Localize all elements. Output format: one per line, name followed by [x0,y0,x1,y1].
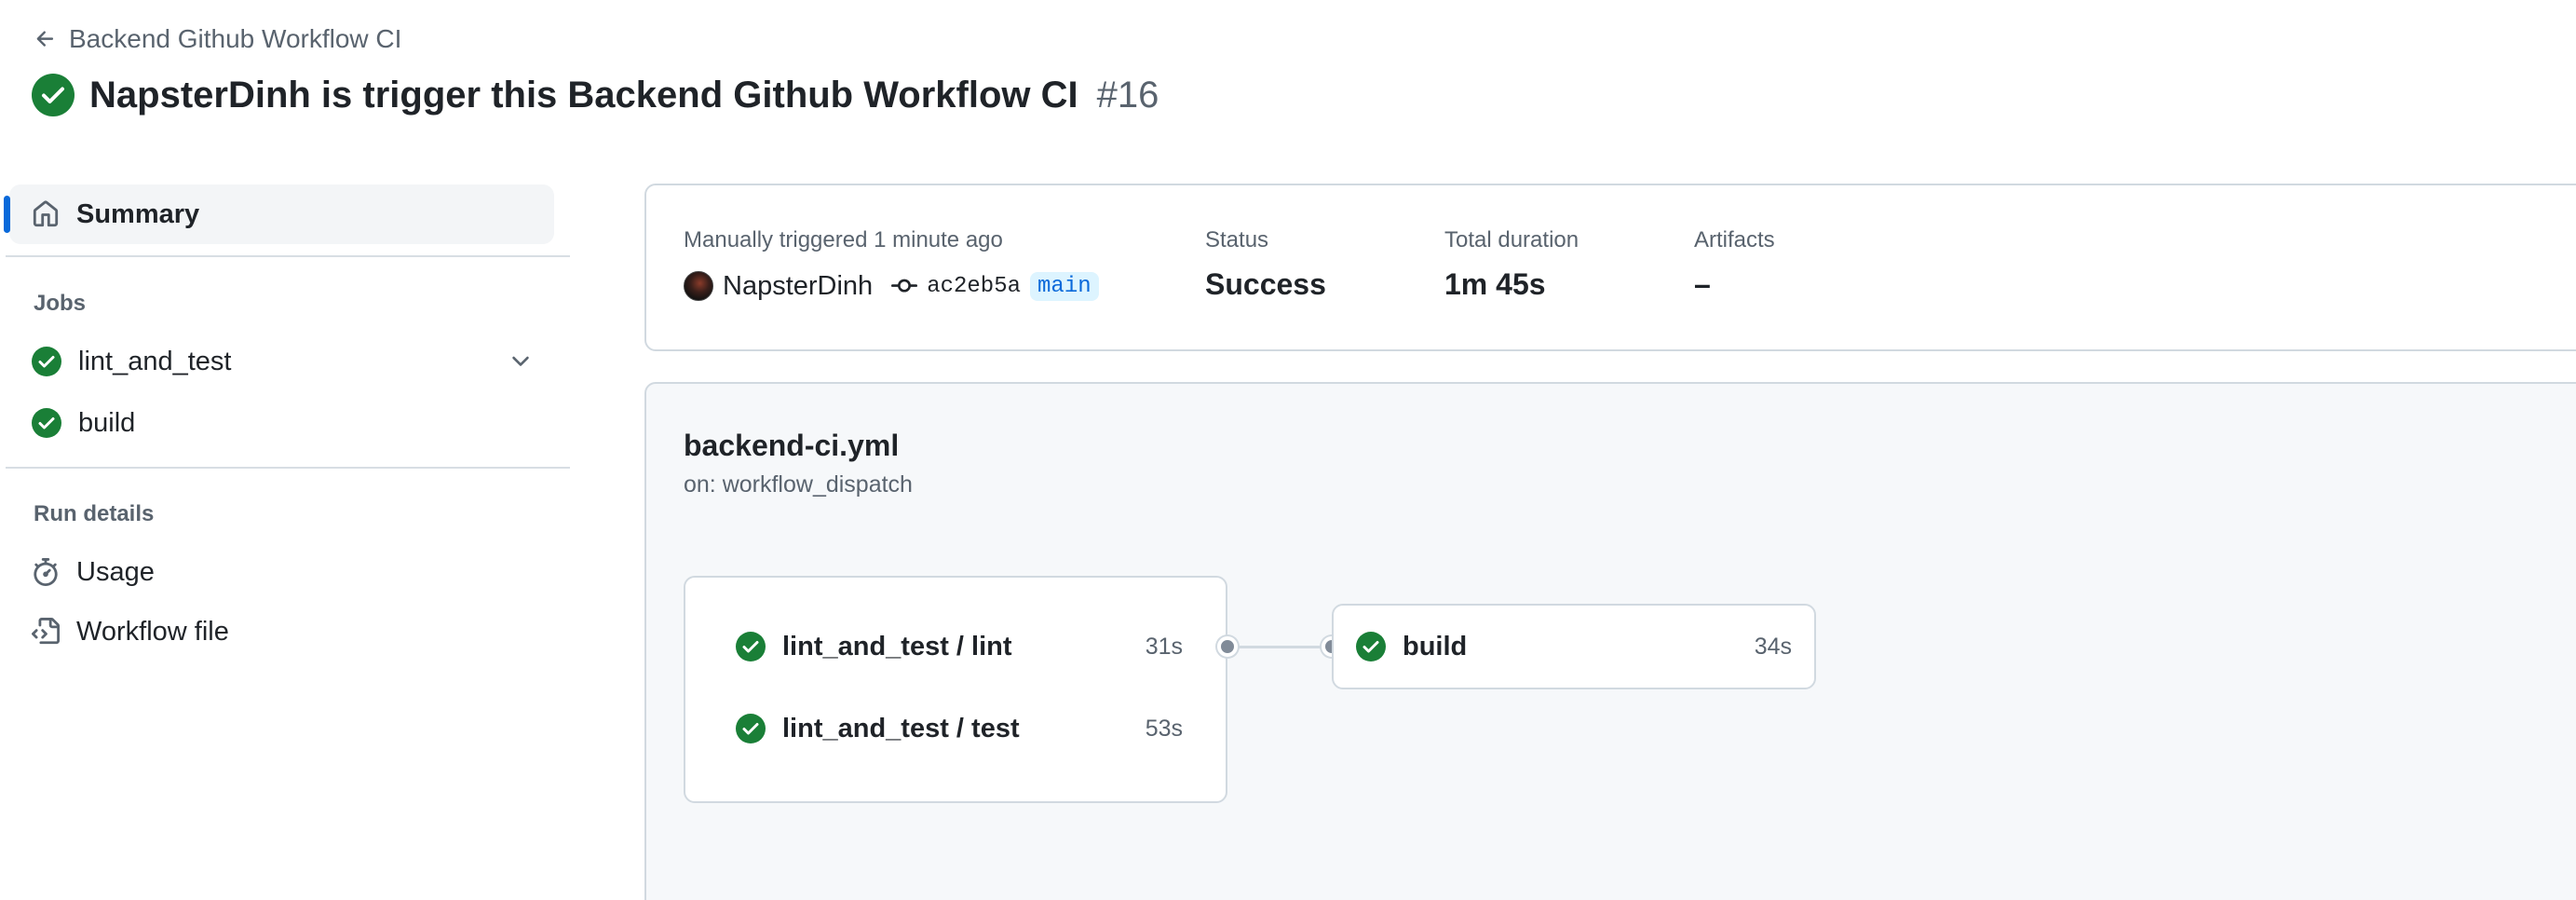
status-value: Success [1205,267,1326,301]
sidebar-item-label: Summary [76,198,200,229]
sidebar-item-summary[interactable]: Summary [4,184,554,244]
jobs-heading: Jobs [34,291,87,316]
avatar[interactable] [684,271,713,301]
success-check-icon [736,714,766,743]
divider [6,255,570,257]
success-check-icon [32,408,61,438]
sidebar-item-label: Usage [76,556,155,587]
file-code-icon [32,618,60,646]
branch-badge[interactable]: main [1030,271,1099,301]
job-node-lint[interactable]: lint_and_test / lint 31s [736,624,1183,669]
success-check-icon [32,74,75,116]
job-node-build[interactable]: build 34s [1332,604,1816,689]
divider [6,467,570,469]
workflow-file-name: backend-ci.yml [684,429,900,462]
success-check-icon [1356,632,1386,661]
sidebar-item-label: build [78,407,136,438]
job-connector-line [1227,646,1332,648]
workflow-graph: backend-ci.yml on: workflow_dispatch lin… [644,382,2576,900]
success-check-icon [736,632,766,661]
arrow-left-icon [34,27,58,51]
back-link-label: Backend Github Workflow CI [69,24,402,53]
sidebar-item-label: lint_and_test [78,346,232,376]
actor-name[interactable]: NapsterDinh [723,271,873,302]
workflow-trigger: on: workflow_dispatch [684,471,913,498]
job-duration: 34s [1754,633,1792,660]
git-commit-icon [891,273,918,299]
run-title: NapsterDinh is trigger this Backend Gith… [89,74,1078,116]
sidebar-item-usage[interactable]: Usage [9,542,554,602]
job-duration: 53s [1145,715,1183,742]
run-details-heading: Run details [34,501,155,526]
sidebar-item-build[interactable]: build [9,393,554,453]
duration-label: Total duration [1444,227,1579,252]
job-duration: 31s [1145,633,1183,660]
connector-dot-out [1217,636,1238,657]
stopwatch-icon [32,558,60,586]
run-number: #16 [1096,74,1159,116]
run-summary-card: Manually triggered 1 minute ago NapsterD… [644,184,2576,351]
commit-sha[interactable]: ac2eb5a [927,274,1021,299]
job-name: build [1403,631,1468,661]
duration-value: 1m 45s [1444,267,1546,301]
back-link[interactable]: Backend Github Workflow CI [34,20,401,58]
job-node-test[interactable]: lint_and_test / test 53s [736,706,1183,751]
actor-row: NapsterDinh ac2eb5a main [684,267,1099,305]
artifacts-label: Artifacts [1694,227,1775,252]
home-icon [32,200,60,228]
status-label: Status [1205,227,1269,252]
artifacts-value: – [1694,267,1711,301]
job-name: lint_and_test / lint [782,631,1012,661]
page-title: NapsterDinh is trigger this Backend Gith… [32,69,1159,121]
job-group-lint-and-test: lint_and_test / lint 31s lint_and_test /… [684,576,1227,803]
sidebar-item-workflow-file[interactable]: Workflow file [9,602,554,661]
success-check-icon [32,347,61,376]
sidebar-item-label: Workflow file [76,616,229,647]
trigger-text: Manually triggered 1 minute ago [684,227,1003,252]
sidebar-item-lint-and-test[interactable]: lint_and_test [9,332,554,391]
chevron-down-icon[interactable] [508,348,534,375]
job-name: lint_and_test / test [782,713,1020,743]
